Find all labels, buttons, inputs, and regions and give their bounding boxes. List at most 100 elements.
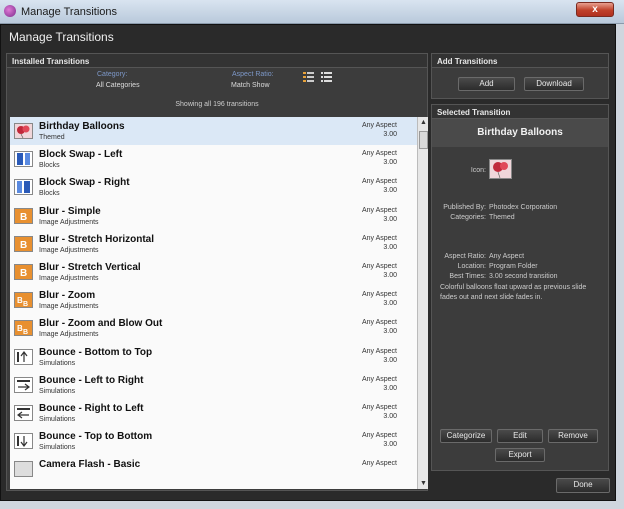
list-item[interactable]: B Blur - Simple Image Adjustments Any As… xyxy=(10,202,417,230)
time-value: 3.00 xyxy=(383,300,397,308)
blur-icon: BB xyxy=(14,320,33,337)
categories-label: Categories: xyxy=(450,214,486,221)
location-value: Program Folder xyxy=(489,263,538,270)
transition-name: Bounce - Left to Right xyxy=(39,374,144,386)
filter-bar: Category: All Categories Aspect Ratio: M… xyxy=(7,68,427,96)
aspect-value: Any Aspect xyxy=(361,206,397,214)
transition-aspect: Any Aspect xyxy=(362,459,397,468)
transition-category: Image Adjustments xyxy=(39,303,99,311)
transition-category: Themed xyxy=(39,134,65,141)
transition-aspect: Any Aspect 3.00 xyxy=(362,234,397,252)
balloon-icon xyxy=(489,159,512,179)
transition-name: Bounce - Bottom to Top xyxy=(39,346,153,358)
aspect-ratio-select[interactable]: Match Show xyxy=(231,82,270,89)
published-by-label: Published By: xyxy=(443,204,486,211)
aspect-value: Any Aspect xyxy=(361,319,397,327)
done-button[interactable]: Done xyxy=(556,478,610,493)
categorize-button[interactable]: Categorize xyxy=(440,429,492,443)
aspect-ratio-label: Aspect Ratio: xyxy=(232,71,274,78)
list-item[interactable]: Bounce - Right to Left Simulations Any A… xyxy=(10,399,417,427)
blur-icon: BB xyxy=(14,292,33,309)
balloon-icon xyxy=(14,123,33,139)
remove-button[interactable]: Remove xyxy=(548,429,598,443)
window-titlebar: Manage Transitions x xyxy=(0,0,624,24)
flash-icon xyxy=(14,461,33,478)
close-button[interactable]: x xyxy=(576,2,614,17)
blocks-icon xyxy=(14,151,33,168)
list-item[interactable]: B Blur - Stretch Vertical Image Adjustme… xyxy=(10,258,417,286)
list-item[interactable]: BB Blur - Zoom and Blow Out Image Adjust… xyxy=(10,314,417,342)
transition-aspect: Any Aspect 3.00 xyxy=(362,431,397,449)
transition-name: Blur - Stretch Horizontal xyxy=(39,233,155,245)
scroll-down-icon[interactable]: ▼ xyxy=(418,478,429,489)
aspect-value: Any Aspect xyxy=(361,460,397,468)
add-button[interactable]: Add xyxy=(458,77,515,91)
aspect-value: Any Aspect xyxy=(361,375,397,383)
transition-aspect: Any Aspect 3.00 xyxy=(362,262,397,280)
aspect-value: Any Aspect xyxy=(361,178,397,186)
transition-name: Blur - Zoom xyxy=(39,290,96,302)
blur-icon: B xyxy=(14,263,33,280)
time-value: 3.00 xyxy=(383,215,397,223)
dialog-frame: Manage Transitions Installed Transitions… xyxy=(0,24,616,501)
aspect-ratio-info-value: Any Aspect xyxy=(489,253,525,260)
category-select[interactable]: All Categories xyxy=(96,82,140,89)
bounce-icon xyxy=(14,404,33,421)
transition-aspect: Any Aspect 3.00 xyxy=(362,318,397,336)
icon-label: Icon: xyxy=(470,167,486,174)
categories-value: Themed xyxy=(489,214,515,221)
transition-description: Colorful balloons float upward as previo… xyxy=(440,284,587,301)
transition-category: Image Adjustments xyxy=(39,331,99,339)
list-scrollbar[interactable]: ▲ ▼ xyxy=(417,117,428,489)
list-item[interactable]: Camera Flash - Basic Any Aspect xyxy=(10,455,417,483)
transition-aspect: Any Aspect 3.00 xyxy=(362,121,397,139)
aspect-value: Any Aspect xyxy=(361,432,397,440)
download-button[interactable]: Download xyxy=(524,77,584,91)
transition-category: Simulations xyxy=(39,359,76,367)
transition-count: Showing all 196 transitions xyxy=(175,101,259,108)
best-times-label: Best Times: xyxy=(449,273,486,280)
published-by-value: Photodex Corporation xyxy=(489,204,558,211)
add-heading: Add Transitions xyxy=(432,54,608,68)
transition-name: Blur - Zoom and Blow Out xyxy=(39,318,163,330)
time-value: 3.00 xyxy=(383,356,397,364)
installed-heading: Installed Transitions xyxy=(7,54,427,68)
transition-category: Blocks xyxy=(39,190,60,198)
list-item[interactable]: BB Blur - Zoom Image Adjustments Any Asp… xyxy=(10,286,417,314)
list-item[interactable]: Bounce - Bottom to Top Simulations Any A… xyxy=(10,343,417,371)
transition-category: Simulations xyxy=(39,444,76,452)
bounce-icon xyxy=(14,376,33,393)
transition-category: Image Adjustments xyxy=(39,274,99,282)
transition-name: Camera Flash - Basic xyxy=(39,459,141,471)
transition-category: Image Adjustments xyxy=(39,246,99,254)
transition-category: Image Adjustments xyxy=(39,218,99,226)
list-item[interactable]: Bounce - Top to Bottom Simulations Any A… xyxy=(10,427,417,455)
list-view-icon[interactable] xyxy=(321,72,332,82)
selected-name: Birthday Balloons xyxy=(477,127,563,138)
transition-name: Block Swap - Right xyxy=(39,177,130,189)
aspect-value: Any Aspect xyxy=(361,234,397,242)
list-item[interactable]: Bounce - Left to Right Simulations Any A… xyxy=(10,371,417,399)
list-item[interactable]: Block Swap - Left Blocks Any Aspect 3.00 xyxy=(10,145,417,173)
export-button[interactable]: Export xyxy=(495,448,545,462)
time-value: 3.00 xyxy=(383,159,397,167)
transition-aspect: Any Aspect 3.00 xyxy=(362,149,397,167)
transition-name: Block Swap - Left xyxy=(39,149,123,161)
blur-icon: B xyxy=(14,235,33,252)
svg-text:B: B xyxy=(20,240,27,251)
scroll-thumb[interactable] xyxy=(419,131,428,149)
list-item[interactable]: Block Swap - Right Blocks Any Aspect 3.00 xyxy=(10,173,417,201)
transition-name: Birthday Balloons xyxy=(39,121,125,132)
list-item[interactable]: Birthday Balloons Themed Any Aspect 3.00 xyxy=(10,117,417,146)
edit-button[interactable]: Edit xyxy=(497,429,543,443)
transition-aspect: Any Aspect 3.00 xyxy=(362,403,397,421)
selected-transition-panel: Selected Transition Birthday Balloons Ic… xyxy=(431,104,609,471)
time-value: 3.00 xyxy=(383,187,397,195)
scroll-up-icon[interactable]: ▲ xyxy=(418,117,429,128)
time-value: 3.00 xyxy=(383,384,397,392)
list-item[interactable]: B Blur - Stretch Horizontal Image Adjust… xyxy=(10,230,417,258)
best-times-value: 3.00 second transition xyxy=(489,273,558,280)
bounce-icon xyxy=(14,433,33,450)
detail-view-icon[interactable] xyxy=(303,72,314,82)
aspect-value: Any Aspect xyxy=(361,291,397,299)
